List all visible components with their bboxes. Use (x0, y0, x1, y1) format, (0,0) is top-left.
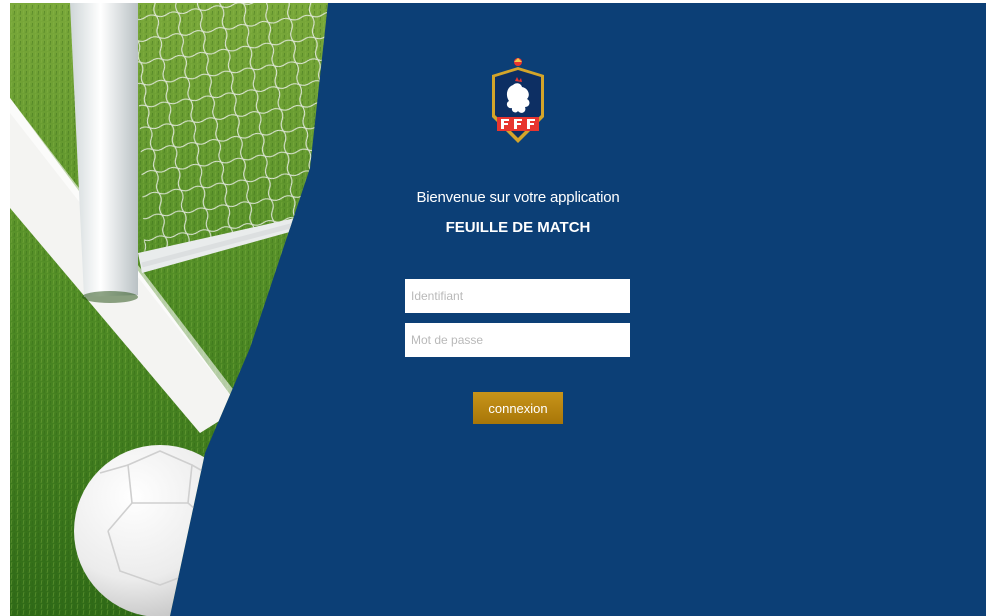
login-panel: Bienvenue sur votre application FEUILLE … (10, 3, 986, 616)
login-button[interactable]: connexion (473, 392, 563, 424)
welcome-text: Bienvenue sur votre application (416, 189, 620, 206)
app-title: FEUILLE DE MATCH (445, 219, 591, 236)
login-field[interactable] (405, 279, 630, 313)
password-field[interactable] (405, 323, 630, 357)
fff-rooster-crest-icon (485, 57, 551, 149)
login-page: Bienvenue sur votre application FEUILLE … (10, 3, 986, 616)
